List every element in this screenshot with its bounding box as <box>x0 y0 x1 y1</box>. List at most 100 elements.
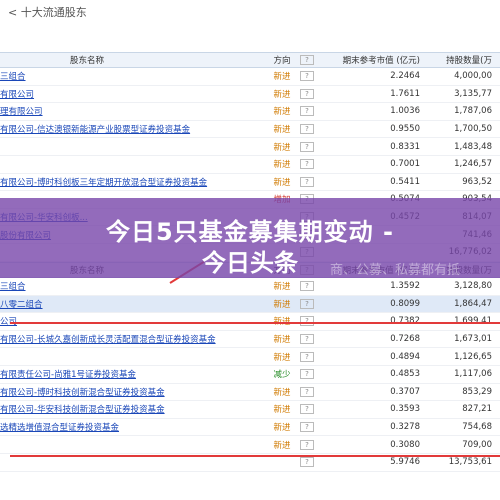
table-row[interactable]: 有限公司-博时科技创新混合型证券投资基金 新进? 0.3707 853,29 <box>0 384 500 402</box>
shareholder-name-link[interactable]: 有限公司-长城久嘉创新成长灵活配置混合型证券投资基金 <box>0 333 270 345</box>
market-value: 0.7001 <box>390 159 420 170</box>
help-icon[interactable]: ? <box>300 369 314 380</box>
direction-label: 新进 <box>273 423 291 434</box>
table-row[interactable]: 新进? 0.4894 1,126,65 <box>0 348 500 366</box>
table-row[interactable]: 新进? 0.8331 1,483,48 <box>0 138 500 156</box>
share-count: 13,753,61 <box>448 457 492 468</box>
table-row[interactable]: 八零二组合 新进? 0.8099 1,864,47 <box>0 295 500 314</box>
direction-label: 新进 <box>273 440 291 451</box>
market-value: 0.7268 <box>390 334 420 345</box>
table-row[interactable]: 有限责任公司-尚雅1号证券投资基金 减少? 0.4853 1,117,06 <box>0 366 500 384</box>
direction-label: 新进 <box>273 72 291 83</box>
header-market-value: 期末参考市值 (亿元) <box>342 56 420 66</box>
share-count: 709,00 <box>462 439 492 450</box>
help-icon[interactable]: ? <box>300 88 314 99</box>
headline-line-1[interactable]: 今日5只基金募集期变动 - <box>0 212 500 247</box>
shareholder-name-link[interactable]: 有限公司-博时科技创新混合型证券投资基金 <box>0 386 270 398</box>
shareholder-name-link[interactable]: 有限公司-华安科技创新混合型证券投资基金 <box>0 403 270 415</box>
shareholder-name-link[interactable]: 三组合 <box>0 70 270 82</box>
help-icon[interactable]: ? <box>300 55 314 65</box>
red-underline-annotation <box>10 455 500 457</box>
shareholder-name-link[interactable]: 三组合 <box>0 280 270 292</box>
table-row[interactable]: 有限公司 新进? 1.7611 3,135,77 <box>0 86 500 104</box>
share-count: 1,864,47 <box>454 298 492 309</box>
help-icon[interactable]: ? <box>300 334 314 345</box>
shareholder-name-link[interactable]: 有限公司-博时科创板三年定期开放混合型证券投资基金 <box>0 176 270 188</box>
help-icon[interactable]: ? <box>300 404 314 415</box>
direction-label: 新进 <box>273 177 291 188</box>
share-count: 1,246,57 <box>454 159 492 170</box>
direction-label: 新进 <box>273 142 291 153</box>
market-value: 1.0036 <box>390 106 420 117</box>
help-icon[interactable]: ? <box>300 106 314 117</box>
table-row[interactable]: 有限公司-信达澳银新能源产业股票型证券投资基金 新进? 0.9550 1,700,50 <box>0 121 500 139</box>
share-count: 827,21 <box>462 404 492 415</box>
help-icon[interactable]: ? <box>300 141 314 152</box>
help-icon[interactable]: ? <box>300 281 314 292</box>
table-row[interactable]: 新进? 0.7001 1,246,57 <box>0 156 500 174</box>
red-underline-annotation <box>10 322 500 324</box>
market-value: 0.3278 <box>390 422 420 433</box>
market-value: 0.3593 <box>390 404 420 415</box>
table-row[interactable]: 有限公司-长城久嘉创新成长灵活配置混合型证券投资基金 新进? 0.7268 1,673… <box>0 331 500 349</box>
share-count: 1,673,01 <box>454 334 492 345</box>
share-count: 853,29 <box>462 386 492 397</box>
share-count: 4,000,00 <box>454 71 492 82</box>
market-value: 0.4894 <box>390 351 420 362</box>
share-count: 1,483,48 <box>454 141 492 152</box>
market-value: 0.4853 <box>390 369 420 380</box>
help-icon[interactable]: ? <box>300 457 314 468</box>
help-icon[interactable]: ? <box>300 176 314 187</box>
direction-label: 新进 <box>273 352 291 363</box>
help-icon[interactable]: ? <box>300 71 314 82</box>
table-header: 股东名称 方向 ? 期末参考市值 (亿元) 持股数量(万 <box>0 52 500 68</box>
direction-label: 减少 <box>273 370 291 381</box>
shareholder-name-link[interactable]: 八零二组合 <box>0 298 270 310</box>
help-icon[interactable]: ? <box>300 298 314 309</box>
share-count: 1,126,65 <box>454 351 492 362</box>
share-count: 1,700,50 <box>454 124 492 135</box>
help-icon[interactable]: ? <box>300 386 314 397</box>
market-value: 1.3592 <box>390 281 420 292</box>
direction-label: 新进 <box>273 282 291 293</box>
market-value: 1.7611 <box>390 88 420 99</box>
table-row[interactable]: 新进? 0.3080 709,00 <box>0 436 500 454</box>
direction-label: 新进 <box>273 335 291 346</box>
market-value: 0.3707 <box>390 386 420 397</box>
table-row[interactable]: 有限公司-博时科创板三年定期开放混合型证券投资基金 新进? 0.5411 963,52 <box>0 174 500 192</box>
share-count: 1,117,06 <box>454 369 492 380</box>
market-value: 0.9550 <box>390 124 420 135</box>
help-icon[interactable]: ? <box>300 439 314 450</box>
shareholder-name-link[interactable]: 选精选增值混合型证券投资基金 <box>0 421 270 433</box>
shareholder-name-link[interactable]: 理有限公司 <box>0 105 270 117</box>
market-value: 0.8099 <box>390 298 420 309</box>
table-row[interactable]: 三组合 新进? 1.3592 3,128,80 <box>0 278 500 296</box>
market-value: 0.3080 <box>390 439 420 450</box>
help-icon[interactable]: ? <box>300 422 314 433</box>
market-value: 0.5411 <box>390 176 420 187</box>
shareholder-name-link[interactable]: 有限公司-信达澳银新能源产业股票型证券投资基金 <box>0 123 270 135</box>
help-icon[interactable]: ? <box>300 159 314 170</box>
header-direction: 方向 <box>273 56 291 66</box>
direction-label: 新进 <box>273 387 291 398</box>
direction-label: 新进 <box>273 89 291 100</box>
share-count: 754,68 <box>462 422 492 433</box>
market-value: 0.8331 <box>390 141 420 152</box>
table-row[interactable]: 三组合 新进? 2.2464 4,000,00 <box>0 68 500 86</box>
help-icon[interactable]: ? <box>300 124 314 135</box>
share-count: 3,135,77 <box>454 88 492 99</box>
direction-label: 新进 <box>273 125 291 136</box>
page: < 十大流通股东 股东名称 方向 ? 期末参考市值 (亿元) 持股数量(万 三组… <box>0 0 500 500</box>
table-row[interactable]: 有限公司-华安科技创新混合型证券投资基金 新进? 0.3593 827,21 <box>0 401 500 419</box>
page-title[interactable]: < 十大流通股东 <box>8 4 87 20</box>
table-row[interactable]: 理有限公司 新进? 1.0036 1,787,06 <box>0 103 500 121</box>
shareholder-table-2: 股东名称 方向 ? 期末参考市值 (亿元) 持股数量(万 三组合新进?1.359… <box>0 262 500 472</box>
help-icon[interactable]: ? <box>300 351 314 362</box>
table-row[interactable]: 选精选增值混合型证券投资基金 新进? 0.3278 754,68 <box>0 419 500 437</box>
shareholder-name-link[interactable]: 有限公司 <box>0 88 270 100</box>
shareholder-name-link[interactable]: 有限责任公司-尚雅1号证券投资基金 <box>0 368 270 380</box>
direction-label: 新进 <box>273 107 291 118</box>
share-count: 1,787,06 <box>454 106 492 117</box>
headline-line-2[interactable]: 今日头条 <box>0 243 500 278</box>
share-count: 963,52 <box>462 176 492 187</box>
